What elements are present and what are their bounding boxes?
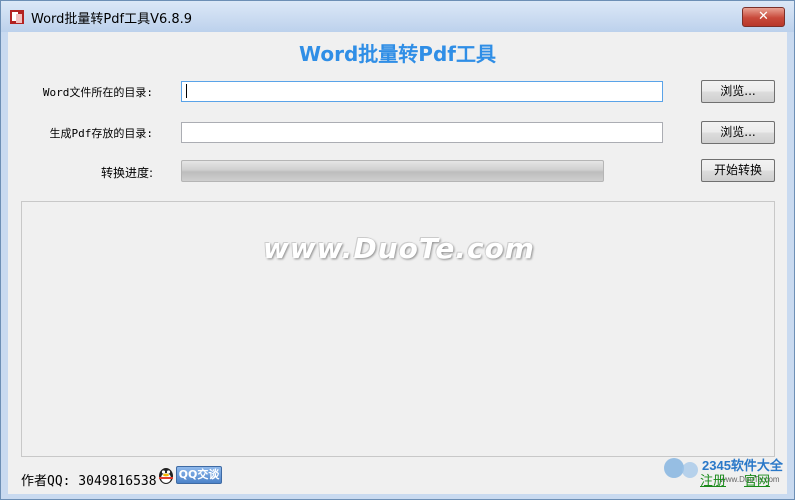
log-panel: www.DuoTe.com: [21, 201, 775, 457]
main-window: Word批量转Pdf工具V6.8.9 ✕ Word批量转Pdf工具 Word文件…: [0, 0, 795, 500]
word-dir-label: Word文件所在的目录:: [42, 86, 153, 99]
register-link[interactable]: 注册: [700, 470, 726, 489]
author-qq: 作者QQ: 3049816538: [21, 474, 157, 489]
text-caret: [186, 84, 187, 98]
pdf-dir-input[interactable]: [181, 122, 663, 143]
qq-chat-button[interactable]: QQ交谈: [176, 466, 222, 484]
window-title: Word批量转Pdf工具V6.8.9: [31, 12, 193, 27]
watermark: www.DuoTe.com: [263, 232, 535, 265]
word-dir-input[interactable]: [181, 81, 663, 102]
qq-penguin-icon[interactable]: [155, 464, 177, 486]
website-link[interactable]: 官网: [744, 470, 770, 489]
pdf-dir-label: 生成Pdf存放的目录:: [49, 127, 154, 140]
close-button[interactable]: ✕: [742, 7, 785, 27]
client-area: Word批量转Pdf工具 Word文件所在的目录: 浏览... 生成Pdf存放的…: [8, 32, 787, 494]
browse-word-button[interactable]: 浏览...: [701, 80, 775, 103]
app-icon: [10, 10, 24, 24]
start-convert-button[interactable]: 开始转换: [701, 159, 775, 182]
browse-pdf-button[interactable]: 浏览...: [701, 121, 775, 144]
title-bar[interactable]: Word批量转Pdf工具V6.8.9 ✕: [1, 1, 794, 32]
2345-logo: 2345软件大全 www.DuoTe.com: [664, 458, 784, 484]
progress-label: 转换进度:: [100, 166, 153, 180]
close-icon: ✕: [758, 9, 769, 24]
app-title: Word批量转Pdf工具: [299, 42, 496, 66]
progress-bar: [181, 160, 604, 182]
